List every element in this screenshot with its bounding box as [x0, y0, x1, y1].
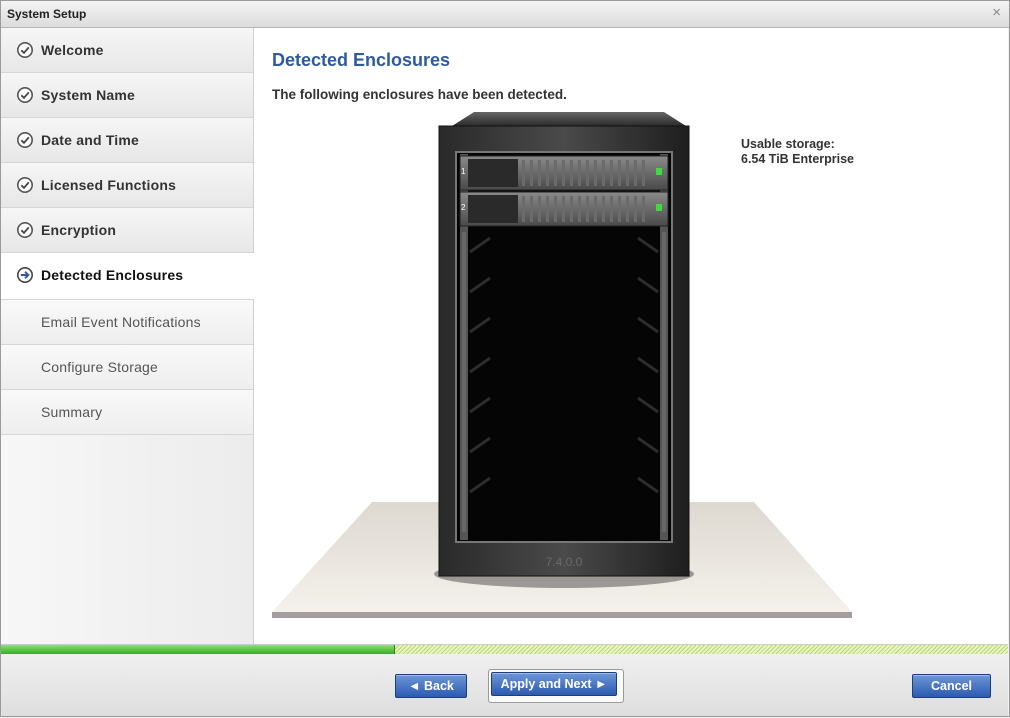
step-licensed-functions[interactable]: Licensed Functions: [1, 163, 253, 208]
back-button[interactable]: ◄ Back: [395, 674, 467, 698]
step-label: Configure Storage: [41, 359, 159, 375]
enclosure-1[interactable]: 1: [459, 155, 669, 191]
check-circle-icon: [17, 177, 33, 193]
step-email-event-notifications[interactable]: Email Event Notifications: [1, 300, 253, 345]
usable-storage-value: 6.54 TiB Enterprise: [741, 152, 855, 166]
step-label: Detected Enclosures: [41, 267, 184, 283]
check-circle-icon: [17, 87, 33, 103]
step-label: Date and Time: [41, 132, 140, 148]
step-detected-enclosures[interactable]: Detected Enclosures: [1, 253, 254, 300]
step-label: Licensed Functions: [41, 177, 177, 193]
close-icon[interactable]: ×: [992, 4, 1001, 21]
step-label: Email Event Notifications: [41, 314, 201, 330]
page-subtitle: The following enclosures have been detec…: [272, 87, 567, 102]
step-label: Summary: [41, 404, 103, 420]
wizard-footer: ◄ Back Apply and Next ► Cancel: [1, 654, 1008, 716]
usable-storage-label: Usable storage:: [741, 137, 835, 151]
arrow-circle-icon: [17, 267, 33, 283]
title-bar: System Setup ×: [0, 0, 1010, 28]
cancel-button[interactable]: Cancel: [912, 674, 991, 698]
check-circle-icon: [17, 132, 33, 148]
step-date-and-time[interactable]: Date and Time: [1, 118, 253, 163]
usable-storage: Usable storage: 6.54 TiB Enterprise: [741, 137, 854, 167]
main-panel: Detected Enclosures The following enclos…: [254, 28, 1008, 644]
step-label: System Name: [41, 87, 136, 103]
wizard-progress-fill: [1, 645, 395, 654]
rack-version-label: 7.4.0.0: [546, 555, 583, 569]
enclosure-2[interactable]: 2: [459, 191, 669, 227]
wizard-step-list: Welcome System Name Date and Time Licens…: [1, 28, 254, 644]
step-system-name[interactable]: System Name: [1, 73, 253, 118]
enclosure-2-label: 2: [461, 203, 466, 212]
apply-and-next-button[interactable]: Apply and Next ►: [491, 672, 617, 696]
storage-rack: 1 2 7.4.0.0: [434, 112, 694, 588]
apply-next-focus-ring: Apply and Next ►: [488, 669, 624, 703]
page-title: Detected Enclosures: [272, 50, 451, 70]
check-circle-icon: [17, 42, 33, 58]
step-label: Encryption: [41, 222, 117, 238]
wizard-progress-bar: [1, 644, 1008, 654]
step-configure-storage[interactable]: Configure Storage: [1, 345, 253, 390]
check-circle-icon: [17, 222, 33, 238]
enclosure-1-label: 1: [461, 167, 466, 176]
window-title: System Setup: [7, 7, 87, 21]
step-encryption[interactable]: Encryption: [1, 208, 253, 253]
step-label: Welcome: [41, 42, 104, 58]
step-welcome[interactable]: Welcome: [1, 28, 253, 73]
step-summary[interactable]: Summary: [1, 390, 253, 435]
